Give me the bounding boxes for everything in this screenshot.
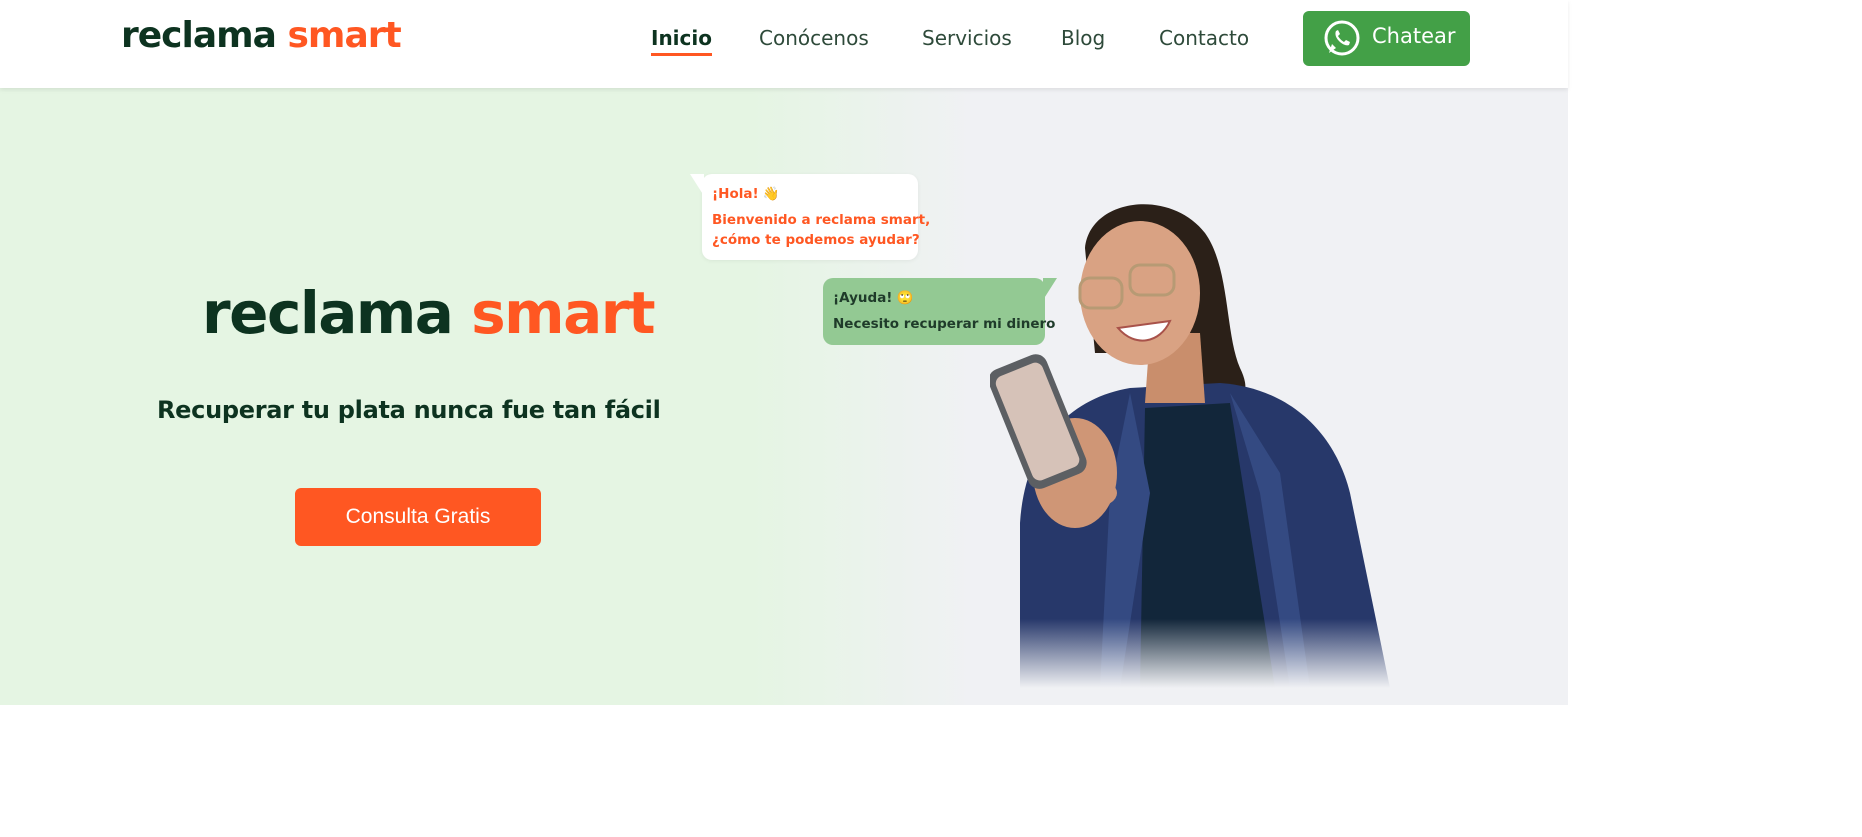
site-header: reclama smart Inicio Conócenos Servicios… <box>0 0 1568 88</box>
hero-tagline: Recuperar tu plata nunca fue tan fácil <box>157 396 661 424</box>
consulta-gratis-button[interactable]: Consulta Gratis <box>295 488 541 546</box>
eye-roll-emoji-icon: 🙄 <box>896 290 914 306</box>
nav-item-conocenos[interactable]: Conócenos <box>759 24 869 52</box>
logo-word-reclama: reclama <box>121 15 277 56</box>
bubble-bot-line2: ¿cómo te podemos ayudar? <box>712 232 920 248</box>
brand-logo[interactable]: reclama smart <box>121 14 402 58</box>
hero-logo-word-smart: smart <box>471 279 655 347</box>
nav-item-servicios[interactable]: Servicios <box>922 24 1012 52</box>
nav-item-contacto[interactable]: Contacto <box>1159 24 1249 52</box>
hero-photo <box>990 193 1410 688</box>
bubble-user-greeting: ¡Ayuda! 🙄 <box>833 288 913 308</box>
hero-logo-word-reclama: reclama <box>202 279 454 347</box>
chat-button-label: Chatear <box>1372 24 1456 48</box>
bubble-user-greeting-text: ¡Ayuda! <box>833 290 893 306</box>
chat-bubble-bot: ¡Hola! 👋 Bienvenido a reclama smart, ¿cóm… <box>690 174 930 260</box>
hero-logo: reclama smart <box>202 278 656 348</box>
whatsapp-icon <box>1324 20 1360 56</box>
waving-hand-icon: 👋 <box>762 186 780 202</box>
bubble-bot-greeting: ¡Hola! 👋 <box>712 184 779 204</box>
nav-item-inicio[interactable]: Inicio <box>651 24 712 56</box>
nav-item-blog[interactable]: Blog <box>1061 24 1105 52</box>
hero-section: reclama smart Recuperar tu plata nunca f… <box>0 88 1568 705</box>
chat-whatsapp-button[interactable]: Chatear <box>1303 11 1470 66</box>
bubble-bot-greeting-text: ¡Hola! <box>712 186 759 202</box>
bubble-bot-line1: Bienvenido a reclama smart, <box>712 212 931 228</box>
logo-word-smart: smart <box>287 15 402 56</box>
